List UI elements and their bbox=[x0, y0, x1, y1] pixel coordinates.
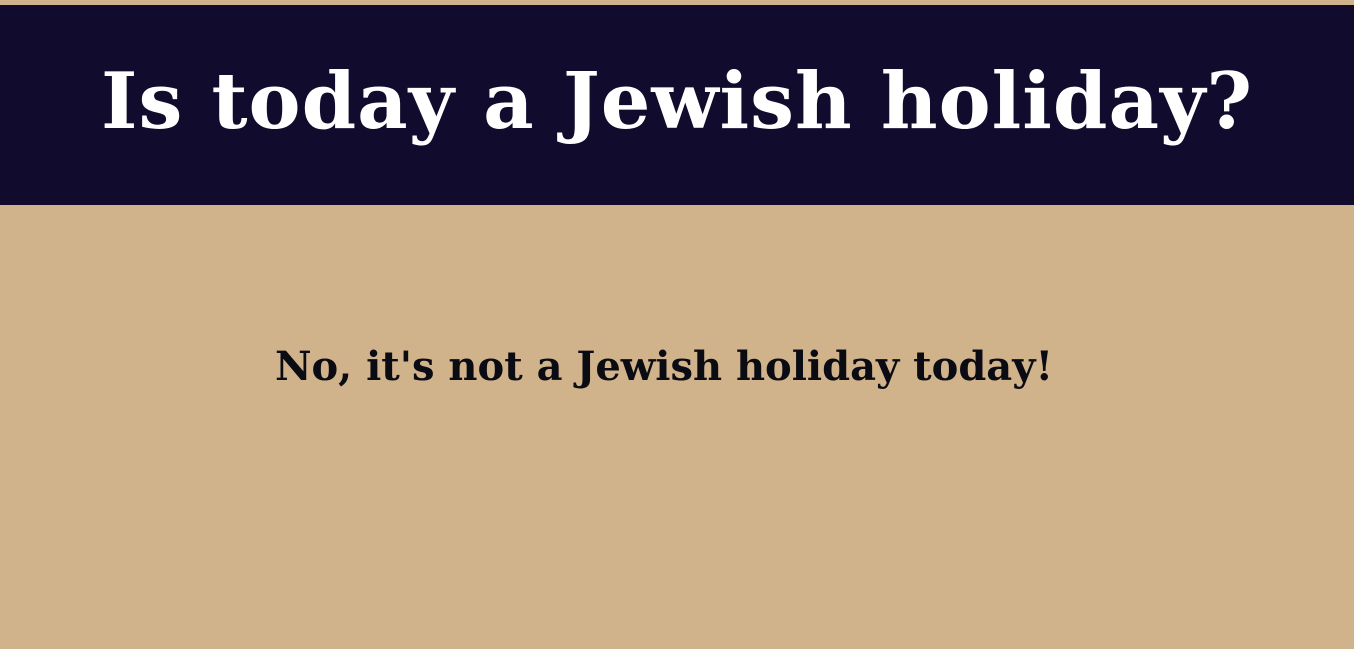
page-title: Is today a Jewish holiday? bbox=[100, 56, 1254, 147]
page-header: Is today a Jewish holiday? bbox=[0, 5, 1354, 205]
holiday-answer: No, it's not a Jewish holiday today! bbox=[274, 343, 1054, 390]
